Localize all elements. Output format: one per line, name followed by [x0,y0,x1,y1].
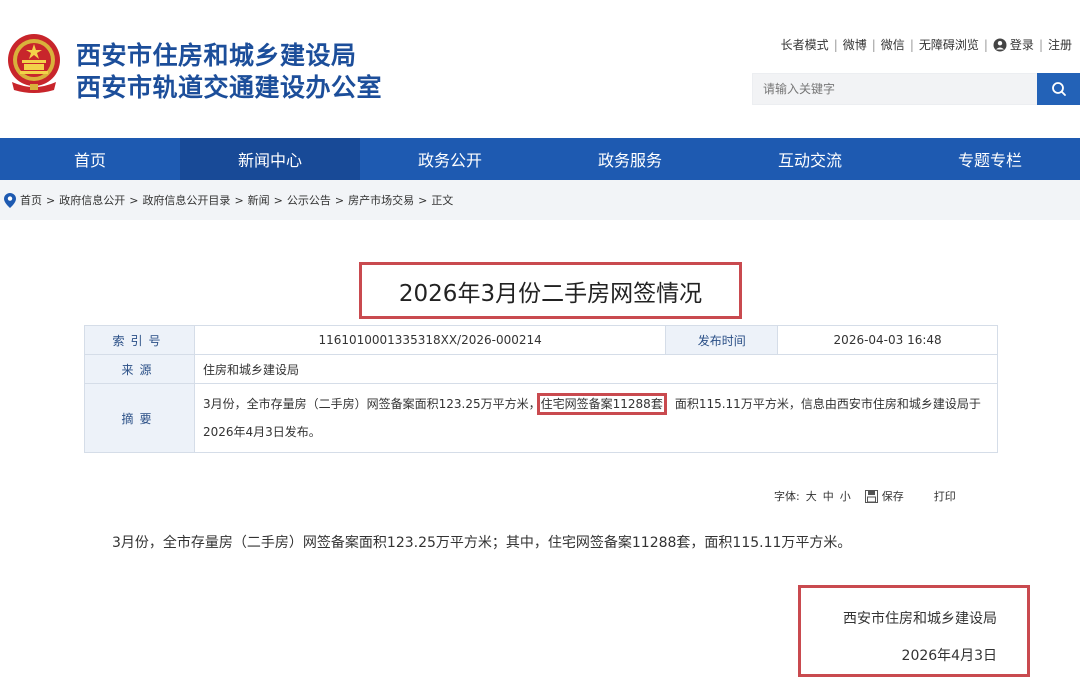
article-title-box: 2026年3月份二手房网签情况 [359,262,742,319]
font-size-label: 字体: [774,490,800,503]
index-value: 1161010001335318XX/2026-000214 [193,325,667,355]
breadcrumb-news[interactable]: 新闻 [248,192,270,208]
summary-value: 3月份，全市存量房（二手房）网签备案面积123.25万平方米，住宅网签备案112… [194,383,998,453]
breadcrumb-home[interactable]: 首页 [20,192,42,208]
date-label: 发布时间 [665,325,779,355]
top-links: 长者模式 | 微博 | 微信 | 无障碍浏览 | 登录 | 注册 [781,36,1072,53]
site-header: 西安市住房和城乡建设局 西安市轨道交通建设办公室 长者模式 | 微博 | 微信 … [0,0,1080,138]
nav-interaction[interactable]: 互动交流 [720,138,900,180]
meta-row: 索引号 1161010001335318XX/2026-000214 发布时间 … [84,325,998,355]
divider: | [871,37,876,52]
login-link[interactable]: 登录 [1010,36,1034,53]
divider: | [1038,37,1043,52]
print-button[interactable]: 打印 [934,488,956,504]
divider: | [833,37,838,52]
breadcrumb-separator: > [234,193,244,207]
elder-mode-link[interactable]: 长者模式 [781,36,829,53]
article-body: 3月份，全市存量房（二手房）网签备案面积123.25万平方米；其中，住宅网签备案… [112,535,852,551]
site-title-line2[interactable]: 西安市轨道交通建设办公室 [76,68,382,104]
breadcrumb-announcements[interactable]: 公示公告 [287,192,331,208]
nav-news-center[interactable]: 新闻中心 [180,138,360,180]
national-emblem-icon [8,34,60,93]
breadcrumb: 首页 > 政府信息公开 > 政府信息公开目录 > 新闻 > 公示公告 > 房产市场交易 > … [0,180,1080,220]
nav-government-services[interactable]: 政务服务 [540,138,720,180]
register-link[interactable]: 注册 [1048,36,1072,53]
breadcrumb-separator: > [129,193,139,207]
breadcrumb-housing-market[interactable]: 房产市场交易 [348,192,414,208]
article-title: 2026年3月份二手房网签情况 [398,280,703,307]
summary-highlight: 住宅网签备案11288套 [536,393,667,415]
search-box [752,73,1039,105]
breadcrumb-separator: > [273,193,283,207]
search-input[interactable] [753,74,1039,104]
user-icon [993,38,1007,51]
meta-row: 摘要 3月份，全市存量房（二手房）网签备案面积123.25万平方米，住宅网签备案… [84,383,998,453]
location-pin-icon [4,192,16,208]
search-button[interactable] [1037,73,1080,105]
summary-text-part1: 3月份，全市存量房（二手房）网签备案面积123.25万平方米， [203,397,541,411]
font-small-button[interactable]: 小 [840,488,851,504]
accessibility-link[interactable]: 无障碍浏览 [919,36,979,53]
breadcrumb-current: 正文 [431,194,454,207]
nav-government-affairs[interactable]: 政务公开 [360,138,540,180]
index-label: 索引号 [84,325,195,355]
source-label: 来源 [84,354,195,384]
breadcrumb-gov-info-catalog[interactable]: 政府信息公开目录 [142,192,230,208]
font-medium-button[interactable]: 中 [823,488,834,504]
save-button[interactable]: 保存 [882,488,904,504]
wechat-link[interactable]: 微信 [881,36,905,53]
divider: | [983,37,988,52]
font-large-button[interactable]: 大 [806,488,817,504]
signature-org: 西安市住房和城乡建设局 [843,611,997,627]
divider: | [909,37,914,52]
meta-row: 来源 住房和城乡建设局 [84,354,998,384]
signature-box: 西安市住房和城乡建设局 2026年4月3日 [798,585,1030,677]
save-icon [864,489,878,503]
breadcrumb-separator: > [46,193,56,207]
signature-date: 2026年4月3日 [901,648,997,664]
summary-label: 摘要 [84,383,195,453]
article-tools: 字体: 大 中 小 保存 打印 [774,488,962,504]
nav-special-topics[interactable]: 专题专栏 [900,138,1080,180]
weibo-link[interactable]: 微博 [843,36,867,53]
search-icon [1051,82,1066,96]
breadcrumb-gov-info[interactable]: 政府信息公开 [59,192,125,208]
breadcrumb-separator: > [334,193,345,207]
main-nav: 首页 新闻中心 政务公开 政务服务 互动交流 专题专栏 [0,138,1080,180]
date-value: 2026-04-03 16:48 [777,325,998,355]
site-title-line1[interactable]: 西安市住房和城乡建设局 [76,36,357,72]
source-value: 住房和城乡建设局 [194,354,998,384]
nav-home[interactable]: 首页 [0,138,180,180]
breadcrumb-separator: > [418,193,428,207]
article-meta-table: 索引号 1161010001335318XX/2026-000214 发布时间 … [84,325,998,453]
